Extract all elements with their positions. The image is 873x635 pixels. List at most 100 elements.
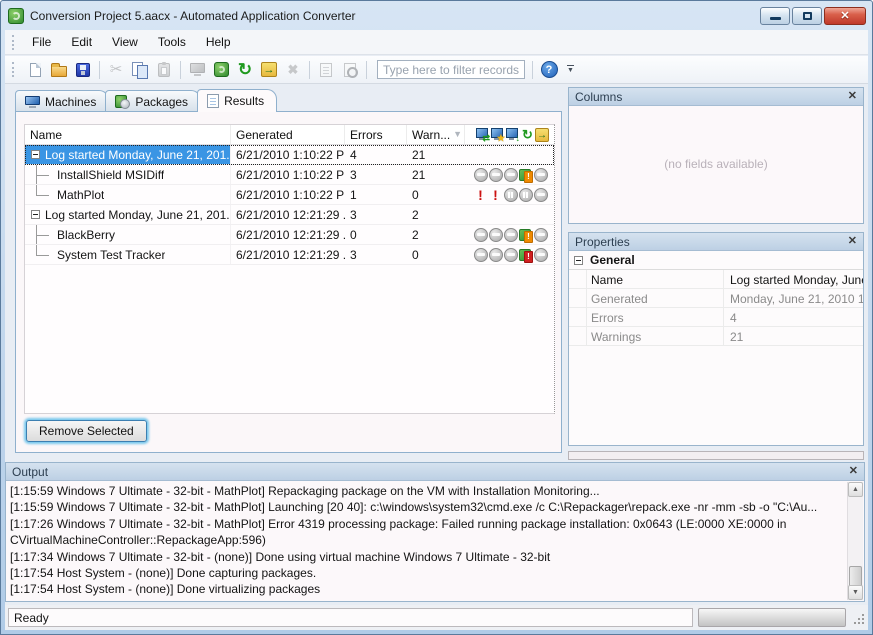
export-package-button[interactable]: →	[258, 58, 280, 81]
repackage-column-icon[interactable]: ↻	[520, 127, 535, 142]
row-name-cell: Log started Monday, June 21, 201...	[25, 205, 231, 224]
properties-panel-close-button[interactable]: ✕	[848, 236, 857, 247]
tree-branch	[25, 165, 54, 184]
cut-button[interactable]: ✂	[105, 58, 127, 81]
close-button[interactable]: ✕	[824, 7, 866, 25]
cut-icon: ✂	[110, 62, 123, 77]
results-tab-page: Name Generated Errors Warn... ▼ ⇄ ★ ↓ ↻	[15, 111, 562, 453]
new-document-button[interactable]	[24, 58, 46, 81]
result-row-log-group-1[interactable]: Log started Monday, June 21, 201... 6/21…	[25, 145, 554, 165]
save-project-button[interactable]	[72, 58, 94, 81]
open-folder-icon	[51, 66, 67, 77]
minus-icon	[488, 247, 503, 263]
output-scrollbar[interactable]: ▲ ▼	[847, 482, 863, 600]
tree-branch	[25, 185, 54, 204]
output-line: CVirtualMachineController::RepackageApp:…	[10, 532, 846, 548]
filter-input[interactable]	[377, 60, 525, 79]
output-line: [1:17:26 Windows 7 Ultimate - 32-bit - M…	[10, 516, 846, 532]
report-button[interactable]	[315, 58, 337, 81]
export-column-icon[interactable]: →	[535, 128, 549, 142]
minimize-button[interactable]	[760, 7, 790, 25]
maximize-icon	[803, 12, 812, 20]
close-icon: ✕	[840, 9, 849, 22]
menu-file[interactable]: File	[22, 31, 61, 53]
export-arrow-icon: →	[264, 64, 275, 76]
maximize-button[interactable]	[792, 7, 822, 25]
collapse-expander-icon[interactable]	[31, 150, 40, 159]
new-document-icon	[30, 63, 41, 77]
stop-button[interactable]: ✖	[282, 58, 304, 81]
status-text: Ready	[14, 611, 49, 625]
row-name: InstallShield MSIDiff	[57, 168, 164, 182]
toolbar-separator	[99, 61, 100, 79]
vm-install-column-icon[interactable]: ↓	[505, 127, 520, 142]
menu-help[interactable]: Help	[196, 31, 241, 53]
properties-panel: Properties ✕ General Name Log started Mo…	[568, 232, 864, 446]
toolbar-separator	[309, 61, 310, 79]
menubar-grip[interactable]	[12, 35, 15, 50]
property-label: Warnings	[569, 327, 724, 345]
machine-icon	[190, 63, 205, 76]
tab-results[interactable]: Results	[197, 89, 277, 112]
vm-sync-column-icon[interactable]: ⇄	[475, 127, 490, 142]
preview-button[interactable]	[339, 58, 361, 81]
toolbar-separator	[366, 61, 367, 79]
output-panel-header: Output ✕	[6, 463, 864, 481]
output-lines: [1:15:59 Windows 7 Ultimate - 32-bit - M…	[10, 483, 846, 599]
menu-view[interactable]: View	[102, 31, 148, 53]
minus-icon	[473, 167, 488, 183]
column-header-warnings[interactable]: Warn... ▼	[407, 125, 465, 144]
output-log[interactable]: [1:15:59 Windows 7 Ultimate - 32-bit - M…	[6, 481, 864, 601]
open-project-button[interactable]	[48, 58, 70, 81]
collapse-expander-icon[interactable]	[31, 210, 40, 219]
status-message: Ready	[8, 608, 693, 627]
menu-edit[interactable]: Edit	[61, 31, 102, 53]
resize-grip-icon[interactable]	[851, 611, 865, 625]
error-icon	[488, 187, 503, 203]
result-row-installshield-msidiff[interactable]: InstallShield MSIDiff 6/21/2010 1:10:22 …	[25, 165, 554, 185]
column-header-generated[interactable]: Generated	[231, 125, 345, 144]
workspace: Machines Packages Results Name Generated…	[5, 85, 868, 604]
row-name: System Test Tracker	[57, 248, 165, 262]
repackage-button[interactable]: ↻	[234, 58, 256, 81]
tab-packages[interactable]: Packages	[105, 90, 201, 112]
output-line: [1:15:59 Windows 7 Ultimate - 32-bit - M…	[10, 483, 846, 499]
property-value[interactable]: Log started Monday, June	[724, 270, 863, 288]
toolbar-overflow-button[interactable]: ▼	[567, 65, 574, 74]
properties-panel-header: Properties ✕	[569, 233, 863, 251]
tab-machines[interactable]: Machines	[15, 90, 109, 112]
property-row-generated: Generated Monday, June 21, 2010 1:10	[569, 289, 863, 308]
result-row-system-test-tracker[interactable]: System Test Tracker 6/21/2010 12:21:29 .…	[25, 245, 554, 265]
help-button[interactable]: ?	[538, 58, 560, 81]
scroll-down-button[interactable]: ▼	[848, 585, 863, 600]
output-panel-close-button[interactable]: ✕	[849, 466, 858, 477]
result-row-log-group-2[interactable]: Log started Monday, June 21, 201... 6/21…	[25, 205, 554, 225]
paste-button[interactable]	[153, 58, 175, 81]
property-group-general[interactable]: General	[569, 251, 863, 270]
vm-snapshot-column-icon[interactable]: ★	[490, 127, 505, 142]
result-row-blackberry[interactable]: BlackBerry 6/21/2010 12:21:29 ... 0 2	[25, 225, 554, 245]
grid-header: Name Generated Errors Warn... ▼ ⇄ ★ ↓ ↻	[25, 125, 554, 145]
columns-panel-close-button[interactable]: ✕	[848, 91, 857, 102]
columns-panel-title: Columns	[575, 90, 622, 104]
progress-bar	[698, 608, 846, 627]
column-header-errors[interactable]: Errors	[345, 125, 407, 144]
connect-machine-button[interactable]	[186, 58, 208, 81]
column-header-name[interactable]: Name	[25, 125, 231, 144]
remove-selected-button[interactable]: Remove Selected	[26, 420, 147, 442]
package-warning-icon	[518, 167, 533, 183]
collapse-expander-icon[interactable]	[574, 256, 583, 265]
client-area: File Edit View Tools Help ✂ ↻ → ✖	[5, 30, 868, 630]
minus-icon	[503, 167, 518, 183]
scroll-up-button[interactable]: ▲	[848, 482, 863, 497]
output-line: [1:17:54 Host System - (none)] Done virt…	[10, 581, 846, 597]
row-errors: 1	[345, 185, 407, 204]
copy-button[interactable]	[129, 58, 151, 81]
menu-tools[interactable]: Tools	[148, 31, 196, 53]
row-errors: 3	[345, 165, 407, 184]
row-name-cell: InstallShield MSIDiff	[25, 165, 231, 184]
convert-package-button[interactable]	[210, 58, 232, 81]
toolbar-grip[interactable]	[12, 62, 15, 77]
toolbar-separator	[180, 61, 181, 79]
result-row-mathplot[interactable]: MathPlot 6/21/2010 1:10:22 PM 1 0	[25, 185, 554, 205]
